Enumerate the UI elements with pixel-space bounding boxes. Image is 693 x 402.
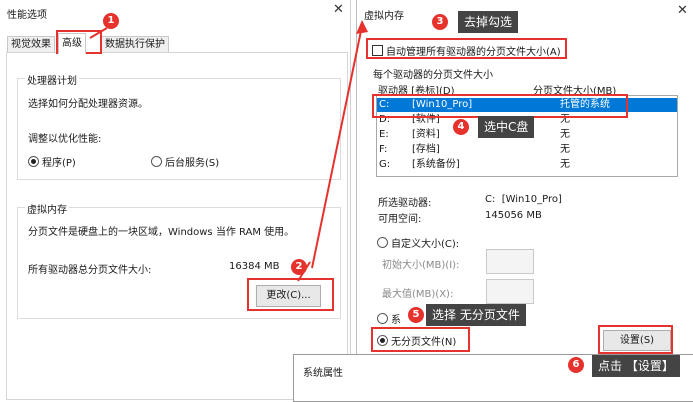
step-badge-5: 5 <box>408 307 424 323</box>
step-badge-6: 6 <box>568 357 584 373</box>
step-badge-2: 2 <box>291 259 307 275</box>
arrow-connector <box>311 25 363 269</box>
step-badge-1: 1 <box>103 13 119 29</box>
tooltip-uncheck: 去掉勾选 <box>458 11 519 33</box>
step-badge-3: 3 <box>432 14 448 30</box>
arrow-connector-head <box>356 20 368 34</box>
arrow-1 <box>89 27 108 39</box>
annotation-arrows <box>89 20 368 282</box>
tooltip-select-c: 选中C盘 <box>478 116 535 138</box>
tab-advanced[interactable]: 高级 <box>58 33 86 54</box>
tooltip-click-set: 点击 【设置】 <box>592 355 680 377</box>
tooltip-no-paging: 选择 无分页文件 <box>426 304 526 326</box>
step-badge-4: 4 <box>453 119 469 135</box>
